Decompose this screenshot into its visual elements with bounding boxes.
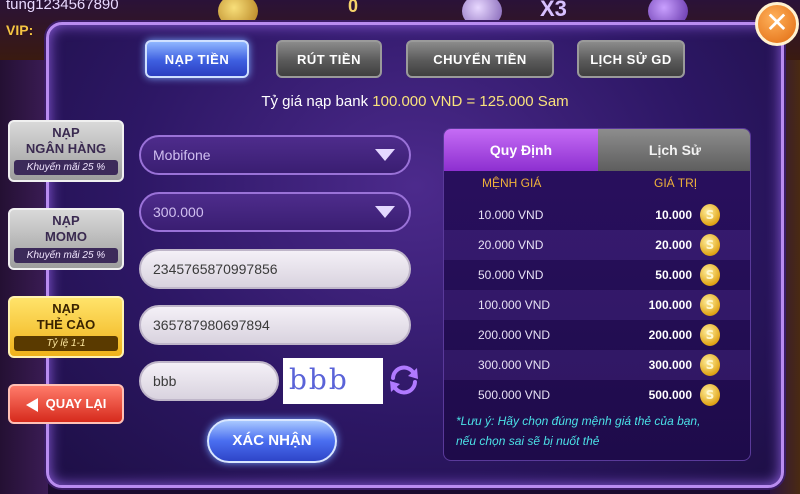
tab-deposit[interactable]: NẠP TIỀN bbox=[145, 40, 249, 78]
amount-select[interactable]: 300.000 bbox=[139, 192, 411, 232]
tab-transfer[interactable]: CHUYỂN TIỀN bbox=[406, 40, 554, 78]
sidebar-item-label: NGÂN HÀNG bbox=[25, 141, 107, 156]
coin-icon: S bbox=[700, 234, 720, 256]
sidebar-item-label: THẺ CÀO bbox=[36, 317, 96, 332]
value-cell: 50.000 bbox=[655, 268, 692, 282]
arrow-left-icon bbox=[25, 397, 38, 412]
column-value: GIÁ TRỊ bbox=[654, 176, 698, 190]
coin-icon: S bbox=[700, 354, 720, 376]
denomination-cell: 10.000 VND bbox=[478, 208, 544, 222]
sidebar-item-label: NẠP bbox=[52, 213, 80, 228]
exchange-rate: Tỷ giá nạp bank 100.000 VND = 125.000 Sa… bbox=[46, 93, 784, 110]
warning-note-line: *Lưu ý: Hãy chọn đúng mệnh giá thẻ của b… bbox=[456, 414, 701, 428]
table-row: 100.000 VND 100.000 S bbox=[444, 290, 750, 320]
carrier-select[interactable]: Mobifone bbox=[139, 135, 411, 175]
pin-input[interactable]: 365787980697894 bbox=[139, 305, 411, 345]
value-cell: 20.000 bbox=[655, 238, 692, 252]
table-row: 50.000 VND 50.000 S bbox=[444, 260, 750, 290]
coin-icon: S bbox=[700, 384, 720, 406]
tab-history[interactable]: Lịch Sử bbox=[598, 129, 750, 171]
denomination-cell: 100.000 VND bbox=[478, 298, 551, 312]
balance-value: 0 bbox=[348, 0, 359, 16]
sidebar-item-bank[interactable]: NẠP NGÂN HÀNG Khuyến mãi 25 % bbox=[8, 120, 124, 182]
tab-rules[interactable]: Quy Định bbox=[444, 129, 598, 171]
username: tung1234567890 bbox=[6, 0, 119, 13]
value-cell: 300.000 bbox=[648, 358, 692, 372]
table-header: MỆNH GIÁ GIÁ TRỊ bbox=[444, 176, 750, 196]
back-button-label: QUAY LẠI bbox=[45, 396, 107, 411]
value-cell: 500.000 bbox=[648, 388, 692, 402]
chevron-down-icon bbox=[375, 206, 395, 218]
exchange-rate-prefix: Tỷ giá nạp bank bbox=[261, 93, 369, 110]
coin-icon: S bbox=[700, 324, 720, 346]
coin-icon: S bbox=[700, 294, 720, 316]
coin-icon: S bbox=[700, 264, 720, 286]
sidebar-item-momo[interactable]: NẠP MOMO Khuyến mãi 25 % bbox=[8, 208, 124, 270]
back-button[interactable]: QUAY LẠI bbox=[8, 384, 124, 424]
warning-note-line: nếu chọn sai sẽ bị nuốt thẻ bbox=[456, 434, 600, 448]
column-denomination: MỆNH GIÁ bbox=[482, 176, 542, 190]
refresh-icon[interactable] bbox=[386, 362, 422, 398]
tab-withdraw[interactable]: RÚT TIỀN bbox=[276, 40, 382, 78]
close-icon[interactable]: ✕ bbox=[755, 2, 799, 46]
serial-input[interactable]: 2345765870997856 bbox=[139, 249, 411, 289]
table-row: 300.000 VND 300.000 S bbox=[444, 350, 750, 380]
table-row: 200.000 VND 200.000 S bbox=[444, 320, 750, 350]
promo-badge: Tỷ lệ 1-1 bbox=[14, 336, 118, 351]
submit-button[interactable]: XÁC NHẬN bbox=[207, 419, 337, 463]
warning-note: *Lưu ý: Hãy chọn đúng mệnh giá thẻ của b… bbox=[456, 411, 746, 451]
value-cell: 200.000 bbox=[648, 328, 692, 342]
coin-icon: S bbox=[700, 204, 720, 226]
sidebar-item-label: MOMO bbox=[45, 229, 87, 244]
promo-badge: Khuyến mãi 25 % bbox=[14, 160, 118, 175]
denomination-cell: 500.000 VND bbox=[478, 388, 551, 402]
vip-label: VIP: bbox=[6, 22, 34, 38]
sidebar-item-label: NẠP bbox=[52, 301, 80, 316]
exchange-rate-value: 100.000 VND = 125.000 Sam bbox=[372, 93, 569, 110]
sidebar-item-card[interactable]: NẠP THẺ CÀO Tỷ lệ 1-1 bbox=[8, 296, 124, 358]
carrier-select-value: Mobifone bbox=[153, 147, 211, 163]
captcha-input[interactable]: bbb bbox=[139, 361, 279, 401]
amount-select-value: 300.000 bbox=[153, 204, 204, 220]
rates-panel: Quy Định Lịch Sử MỆNH GIÁ GIÁ TRỊ 10.000… bbox=[443, 128, 751, 461]
multiplier-badge: X3 bbox=[540, 0, 567, 21]
value-cell: 10.000 bbox=[655, 208, 692, 222]
table-row: 500.000 VND 500.000 S bbox=[444, 380, 750, 410]
denomination-cell: 20.000 VND bbox=[478, 238, 544, 252]
promo-badge: Khuyến mãi 25 % bbox=[14, 248, 118, 263]
value-cell: 100.000 bbox=[648, 298, 692, 312]
denomination-cell: 200.000 VND bbox=[478, 328, 551, 342]
denomination-cell: 50.000 VND bbox=[478, 268, 544, 282]
sidebar-item-label: NẠP bbox=[52, 125, 80, 140]
chevron-down-icon bbox=[375, 149, 395, 161]
table-row: 10.000 VND 10.000 S bbox=[444, 200, 750, 230]
denomination-cell: 300.000 VND bbox=[478, 358, 551, 372]
tab-transaction-history[interactable]: LỊCH SỬ GD bbox=[577, 40, 685, 78]
captcha-image: bbb bbox=[283, 358, 383, 404]
table-row: 20.000 VND 20.000 S bbox=[444, 230, 750, 260]
